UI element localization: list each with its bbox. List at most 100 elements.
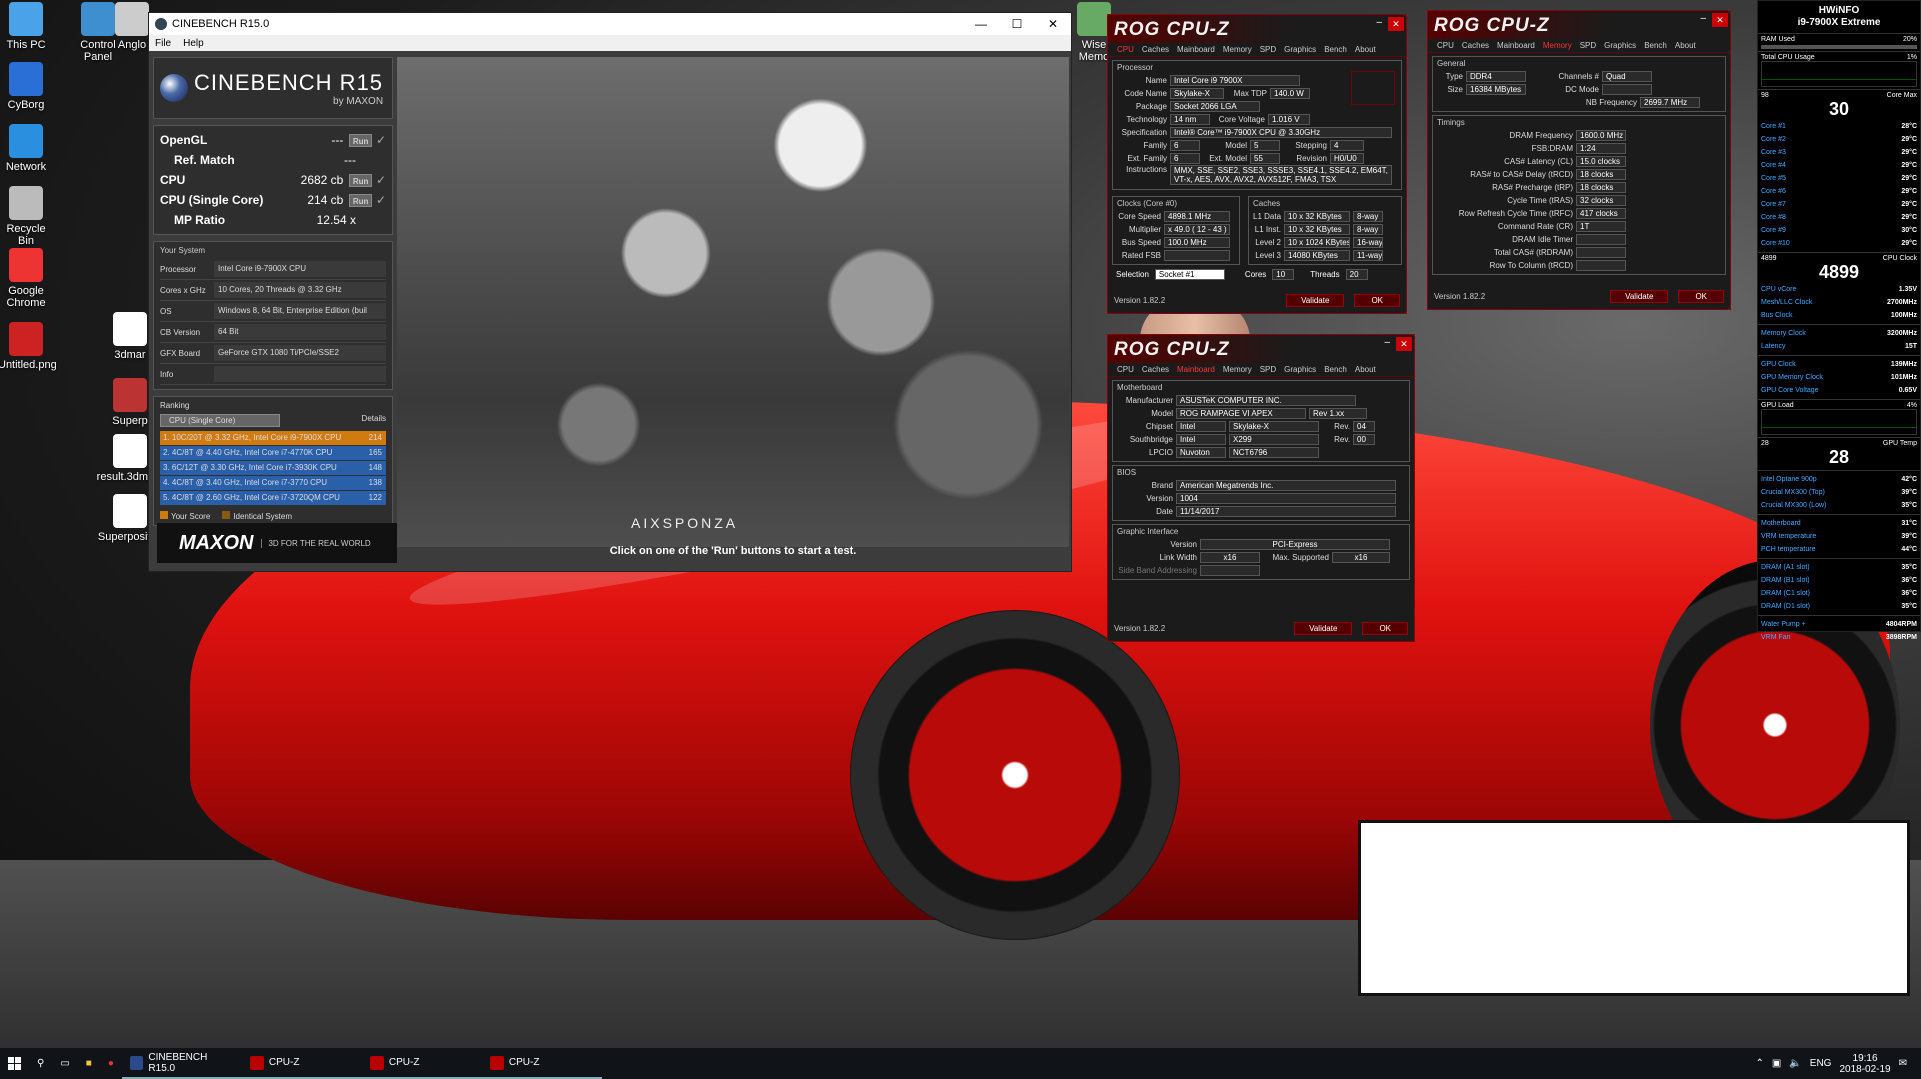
field-value xyxy=(1164,250,1230,261)
tab-cpu[interactable]: CPU xyxy=(1114,365,1137,374)
ram-section: RAM Used 20% xyxy=(1758,33,1920,51)
clock[interactable]: 19:16 2018-02-19 xyxy=(1839,1053,1890,1075)
volume-icon[interactable]: 🔈 xyxy=(1789,1058,1801,1069)
tab-memory[interactable]: Memory xyxy=(1540,41,1575,50)
clocks-group: Clocks (Core #0) Core Speed 4898.1 MHz Mult… xyxy=(1112,196,1240,265)
validate-button[interactable]: Validate xyxy=(1286,294,1345,307)
timing-row: Row Refresh Cycle Time (tRFC) 417 clocks xyxy=(1437,207,1721,220)
desktop-icon-network[interactable]: Network xyxy=(0,124,54,173)
field-label: Channels # xyxy=(1558,72,1599,81)
chevron-up-icon[interactable]: ⌃ xyxy=(1755,1058,1763,1069)
field-value xyxy=(1576,260,1626,271)
ranking-row[interactable]: 4. 4C/8T @ 3.40 GHz, Intel Core i7-3770 … xyxy=(160,476,386,490)
desktop-icon-recycle-bin[interactable]: Recycle Bin xyxy=(0,186,54,247)
sensor-label: PCH temperature xyxy=(1761,546,1816,553)
tab-mainboard[interactable]: Mainboard xyxy=(1174,45,1218,54)
minimize-button[interactable]: – xyxy=(1376,17,1382,28)
menu-help[interactable]: Help xyxy=(183,38,204,49)
tab-bench[interactable]: Bench xyxy=(1641,41,1670,50)
maximize-button[interactable]: ☐ xyxy=(999,17,1035,31)
field-label: Bus Speed xyxy=(1121,238,1161,247)
tab-spd[interactable]: SPD xyxy=(1257,365,1279,374)
taskbar-app-cpu-z[interactable]: CPU-Z xyxy=(241,1048,362,1079)
ok-button[interactable]: OK xyxy=(1678,290,1724,303)
field-value xyxy=(1576,247,1626,258)
result-label: MP Ratio xyxy=(174,213,226,227)
ok-button[interactable]: OK xyxy=(1354,294,1400,307)
ranking-row[interactable]: 3. 6C/12T @ 3.30 GHz, Intel Core i7-3930… xyxy=(160,461,386,475)
notifications-icon[interactable]: ✉ xyxy=(1899,1058,1907,1069)
field-label: Level 3 xyxy=(1255,251,1281,260)
minimize-button[interactable]: – xyxy=(1700,13,1706,24)
field-value: 55 xyxy=(1250,153,1280,164)
cpuz-header[interactable]: ROG CPU-Z – ✕ xyxy=(1108,335,1414,363)
run-button[interactable]: Run xyxy=(349,173,372,187)
validate-button[interactable]: Validate xyxy=(1294,622,1353,635)
ranking-row[interactable]: 5. 4C/8T @ 2.60 GHz, Intel Core i7-3720Q… xyxy=(160,491,386,505)
desktop-icon-google-chrome[interactable]: Google Chrome xyxy=(0,248,54,309)
tab-caches[interactable]: Caches xyxy=(1459,41,1492,50)
language-indicator[interactable]: ENG xyxy=(1810,1058,1832,1069)
tab-spd[interactable]: SPD xyxy=(1257,45,1279,54)
group-heading: General xyxy=(1437,59,1466,68)
tab-caches[interactable]: Caches xyxy=(1139,365,1172,374)
system-value[interactable] xyxy=(214,366,386,382)
ranking-row[interactable]: 2. 4C/8T @ 4.40 GHz, Intel Core i7-4770K… xyxy=(160,446,386,460)
close-button[interactable]: ✕ xyxy=(1388,17,1404,31)
desktop-icon-this-pc[interactable]: This PC xyxy=(0,2,54,51)
tab-mainboard[interactable]: Mainboard xyxy=(1494,41,1538,50)
ranking-row[interactable]: 1. 10C/20T @ 3.32 GHz, Intel Core i9-790… xyxy=(160,431,386,445)
tab-graphics[interactable]: Graphics xyxy=(1281,45,1319,54)
minimize-button[interactable]: – xyxy=(1384,337,1390,348)
taskbar-app-cpu-z[interactable]: CPU-Z xyxy=(361,1048,482,1079)
run-button[interactable]: Run xyxy=(349,133,372,147)
taskbar-app-cpu-z[interactable]: CPU-Z xyxy=(481,1048,602,1079)
gi-link-row: Link Width x16 Max. Supported x16 xyxy=(1117,551,1405,564)
explorer-button[interactable]: ■ xyxy=(78,1048,100,1079)
cpuz-header[interactable]: ROG CPU-Z – ✕ xyxy=(1108,15,1406,43)
ok-button[interactable]: OK xyxy=(1362,622,1408,635)
title-bar[interactable]: CINEBENCH R15.0 — ☐ ✕ xyxy=(149,13,1071,35)
tab-cpu[interactable]: CPU xyxy=(1114,45,1137,54)
minimize-button[interactable]: — xyxy=(963,17,999,31)
tab-spd[interactable]: SPD xyxy=(1577,41,1599,50)
system-key: Processor xyxy=(160,264,197,274)
close-button[interactable]: ✕ xyxy=(1035,17,1071,31)
ranking-select[interactable]: CPU (Single Core) xyxy=(160,414,280,427)
details-button[interactable]: Details xyxy=(362,414,386,427)
field-value: 1.016 V xyxy=(1268,114,1310,125)
tab-bench[interactable]: Bench xyxy=(1321,45,1350,54)
start-button[interactable] xyxy=(0,1048,29,1079)
chrome-button[interactable]: ● xyxy=(100,1048,122,1079)
tab-bench[interactable]: Bench xyxy=(1321,365,1350,374)
tab-graphics[interactable]: Graphics xyxy=(1281,365,1319,374)
field-label: Instructions xyxy=(1126,165,1167,174)
clock-row: Core Speed 4898.1 MHz xyxy=(1117,210,1235,223)
run-button[interactable]: Run xyxy=(349,193,372,207)
tab-about[interactable]: About xyxy=(1352,365,1379,374)
tab-mainboard[interactable]: Mainboard xyxy=(1174,365,1218,374)
tab-about[interactable]: About xyxy=(1352,45,1379,54)
tab-graphics[interactable]: Graphics xyxy=(1601,41,1639,50)
tab-caches[interactable]: Caches xyxy=(1139,45,1172,54)
desktop-icon-untitled-png[interactable]: Untitled.png xyxy=(0,322,57,371)
field-value: x16 xyxy=(1200,552,1260,563)
result-cpu-single-core: CPU (Single Core) 214 cb Run ✓ xyxy=(160,190,386,210)
cpuz-header[interactable]: ROG CPU-Z – ✕ xyxy=(1428,11,1730,39)
taskbar-app-cinebench-r15-0[interactable]: CINEBENCH R15.0 xyxy=(121,1048,242,1079)
network-tray-icon[interactable]: ▣ xyxy=(1772,1058,1781,1069)
task-view-button[interactable]: ▭ xyxy=(52,1048,77,1079)
menu-file[interactable]: File xyxy=(155,38,171,49)
tab-memory[interactable]: Memory xyxy=(1220,365,1255,374)
tab-cpu[interactable]: CPU xyxy=(1434,41,1457,50)
close-button[interactable]: ✕ xyxy=(1712,13,1728,27)
tab-memory[interactable]: Memory xyxy=(1220,45,1255,54)
desktop-icon-cyborg[interactable]: CyBorg xyxy=(0,62,54,111)
field-label: Command Rate (CR) xyxy=(1497,222,1573,231)
close-button[interactable]: ✕ xyxy=(1396,337,1412,351)
validate-button[interactable]: Validate xyxy=(1610,290,1669,303)
sensor-value: 1% xyxy=(1906,54,1917,61)
tab-about[interactable]: About xyxy=(1672,41,1699,50)
search-button[interactable]: ⚲ xyxy=(29,1048,52,1079)
socket-select[interactable]: Socket #1 xyxy=(1154,269,1225,280)
